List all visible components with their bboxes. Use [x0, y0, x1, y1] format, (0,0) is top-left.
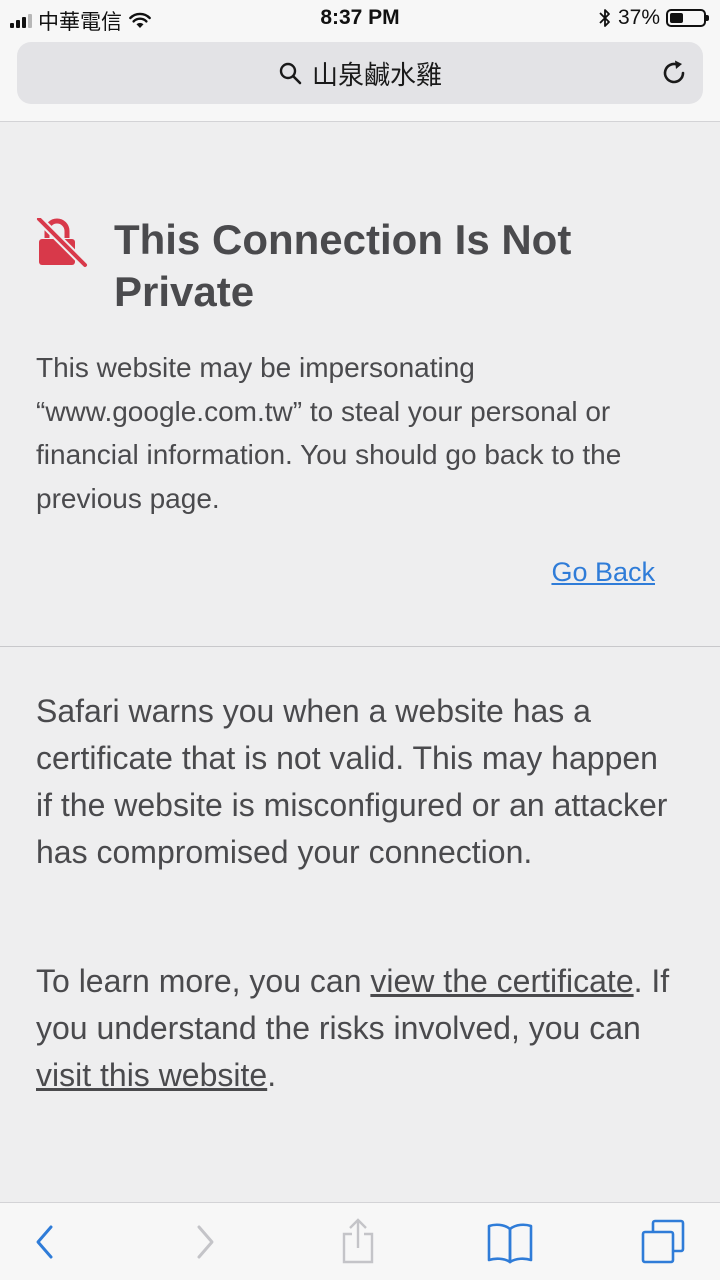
bluetooth-icon — [599, 9, 610, 27]
browser-bottom-toolbar — [0, 1202, 720, 1280]
address-query: 山泉鹹水雞 — [311, 59, 442, 90]
forward-icon — [197, 1225, 214, 1259]
status-bar: 中華電信 8:37 PM 37% — [0, 0, 720, 36]
details-paragraph-1: Safari warns you when a website has a ce… — [36, 693, 668, 870]
battery-percent: 37% — [617, 6, 660, 29]
details-paragraph-2: To learn more, you can view the certific… — [36, 958, 676, 1099]
paragraph-2-text-3: . — [267, 1057, 277, 1093]
reload-icon[interactable] — [659, 58, 689, 88]
address-bar[interactable]: 山泉鹹水雞 — [17, 42, 703, 104]
share-icon — [342, 1218, 374, 1264]
back-button[interactable] — [20, 1217, 70, 1267]
tabs-icon — [641, 1219, 685, 1264]
broken-lock-icon — [37, 218, 87, 267]
warning-description: This website may be impersonating “www.g… — [36, 352, 622, 514]
paragraph-2-text-1: To learn more, you can — [36, 963, 371, 999]
bookmarks-icon — [487, 1223, 533, 1264]
back-icon — [36, 1225, 53, 1259]
share-button[interactable] — [333, 1217, 383, 1267]
tabs-button[interactable] — [638, 1217, 688, 1267]
search-icon — [279, 62, 302, 85]
battery-icon — [666, 9, 709, 27]
forward-button[interactable] — [180, 1217, 230, 1267]
view-certificate-link[interactable]: view the certificate — [370, 963, 633, 999]
section-divider — [0, 646, 720, 647]
status-right: 37% — [598, 6, 709, 30]
visit-website-link[interactable]: visit this website — [36, 1057, 267, 1093]
browser-top-toolbar: 山泉鹹水雞 — [0, 36, 720, 122]
warning-page: This Connection Is Not Private This webs… — [0, 122, 720, 1202]
go-back-link[interactable]: Go Back — [551, 557, 655, 588]
bookmarks-button[interactable] — [485, 1217, 535, 1267]
page-title: This Connection Is Not Private — [114, 216, 572, 315]
